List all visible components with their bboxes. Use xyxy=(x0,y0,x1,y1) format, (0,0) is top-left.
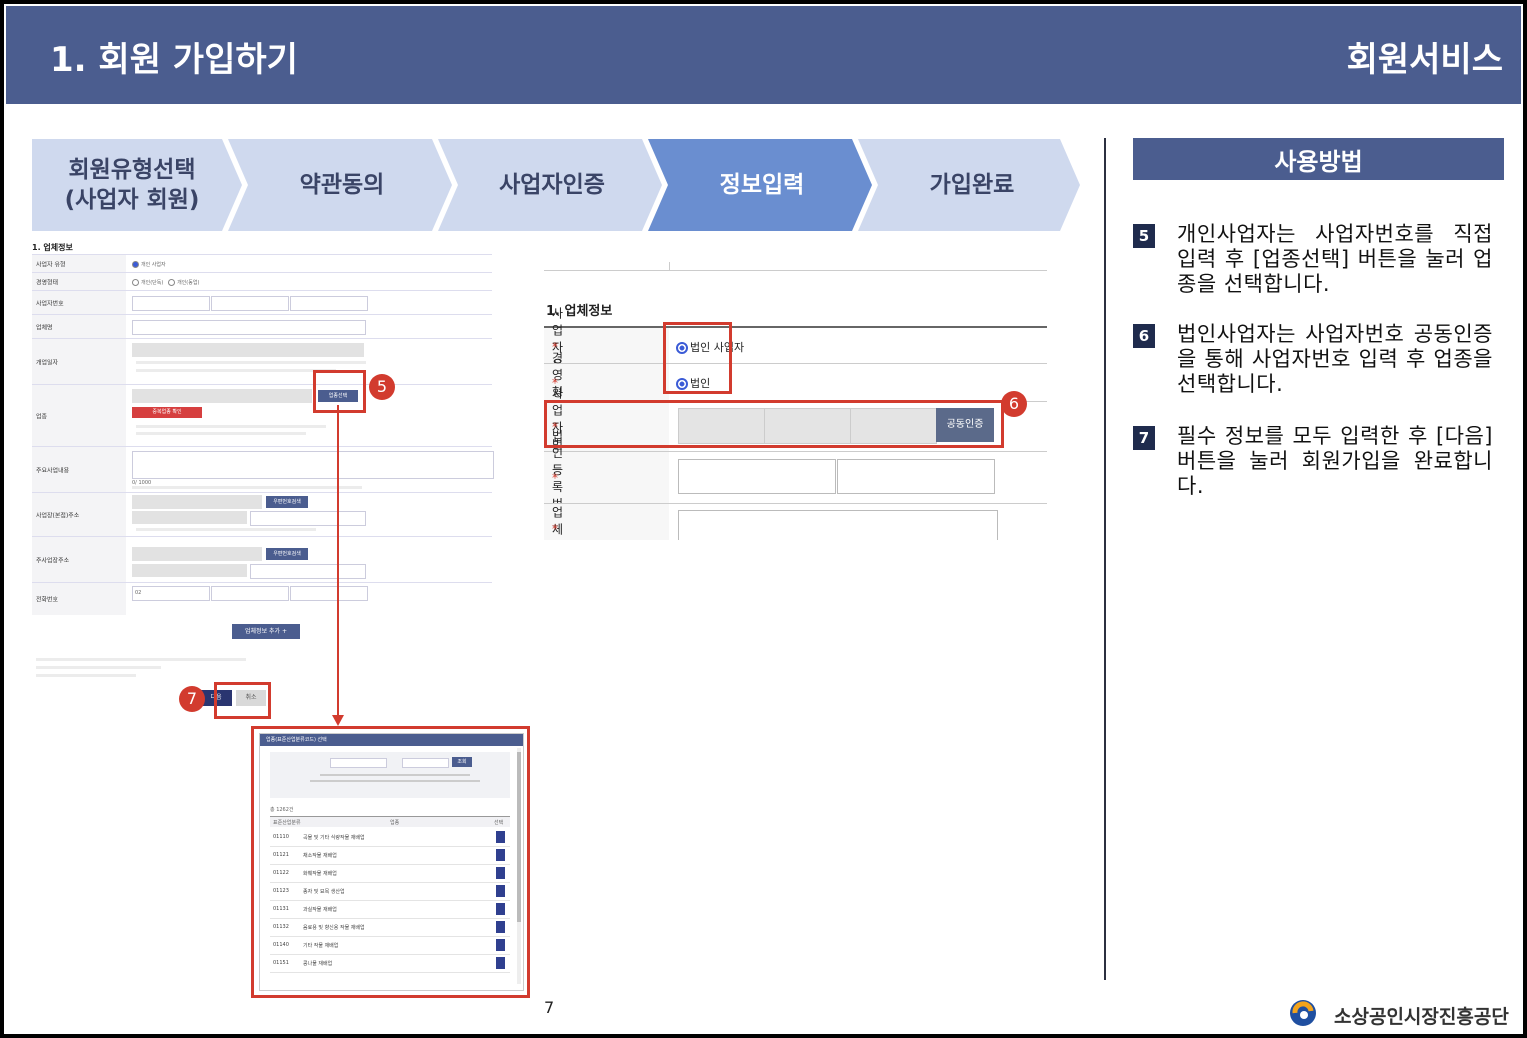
howto-number: 5 xyxy=(1133,224,1155,248)
select-button[interactable] xyxy=(496,831,505,843)
popup-row[interactable]: 01132 음료용 및 향신용 작물 재배업 xyxy=(270,918,510,937)
form-row: 전화번호 02 xyxy=(32,582,492,615)
form-row: 사업장(본점)주소 우편번호검색 xyxy=(32,492,492,537)
mgmt-option: 개인(동업) xyxy=(177,280,200,286)
zoom-row: 업체명* xyxy=(544,503,1047,540)
phone-prefix: 02 xyxy=(135,590,142,596)
logo-name: 소상공인시장진흥공단 xyxy=(1334,1006,1509,1028)
highlight-type-radio xyxy=(663,322,732,394)
step-member-type: 회원유형선택 (사업자 회원) xyxy=(32,139,232,231)
vertical-divider xyxy=(1104,138,1106,980)
form-section-title: 1. 업체정보 xyxy=(32,243,73,252)
step-progress: 회원유형선택 (사업자 회원) 약관동의 사업자인증 정보입력 가입완료 xyxy=(32,139,1082,231)
industry-popup: 업종(표준산업분류코드) 선택 조회 총 1262건 표준산업분류 업종 선택 … xyxy=(259,733,524,991)
howto-text: 개인사업자는 사업자번호를 직접 입력 후 [업종선택] 버튼을 눌러 업종을 … xyxy=(1177,222,1493,296)
type-option: 개인 사업자 xyxy=(141,262,166,268)
step-label: 약관동의 xyxy=(299,172,385,198)
col-name: 업종 xyxy=(390,820,400,826)
mgmt-option: 개인(단독) xyxy=(141,280,164,286)
popup-title: 업종(표준산업분류코드) 선택 xyxy=(260,734,523,746)
callout-6: 6 xyxy=(1001,391,1027,417)
logo-mark-icon xyxy=(1290,1000,1316,1026)
popup-row[interactable]: 01151 콩나물 재배업 xyxy=(270,954,510,973)
step-label: 가입완료 xyxy=(929,172,1015,198)
step-terms: 약관동의 xyxy=(242,139,442,231)
zoom-row: 사업자 유형* 법인 사업자 xyxy=(544,306,1047,388)
form-row: 경영형태 개인(단독) 개인(동업) xyxy=(32,272,492,291)
select-button[interactable] xyxy=(496,921,505,933)
form-row: 사업자 유형 개인 사업자 xyxy=(32,254,492,273)
select-button[interactable] xyxy=(496,903,505,915)
popup-scrollbar[interactable] xyxy=(517,748,521,984)
form-row: 주사업장주소 우편번호검색 xyxy=(32,536,492,583)
form-row: 주요사업내용 0/ 1000 xyxy=(32,446,494,493)
howto-number: 6 xyxy=(1133,324,1155,348)
highlight-next-button xyxy=(214,682,271,719)
row-label: 업종 xyxy=(36,413,48,421)
howto-title: 사용방법 xyxy=(1133,138,1504,180)
form-screenshot: 1. 업체정보 사업자 유형 개인 사업자 경영형태 개인(단독) 개인(동업)… xyxy=(32,240,494,690)
step-label: 사업자인증 xyxy=(499,172,605,198)
form-row: 사업자번호 xyxy=(32,290,492,315)
highlight-business-number xyxy=(544,400,1004,448)
row-label: 개업일자 xyxy=(36,359,59,367)
popup-search-button[interactable]: 조회 xyxy=(452,757,472,767)
row-label: 사업자번호 xyxy=(36,300,64,308)
arrow-connector xyxy=(332,405,344,726)
popup-count: 총 1262건 xyxy=(270,807,294,813)
howto-item-5: 5 개인사업자는 사업자번호를 직접 입력 후 [업종선택] 버튼을 눌러 업종… xyxy=(1133,222,1493,302)
row-label: 사업장(본점)주소 xyxy=(36,512,80,520)
popup-row[interactable]: 01123 종자 및 묘목 생산업 xyxy=(270,882,510,901)
select-button[interactable] xyxy=(496,957,505,969)
row-label: 주사업장주소 xyxy=(36,557,70,565)
section-title: 회원서비스 xyxy=(1346,40,1503,80)
row-label: 사업자 유형 xyxy=(36,261,66,269)
howto-item-7: 7 필수 정보를 모두 입력한 후 [다음] 버튼을 눌러 회원가입을 완료합니… xyxy=(1133,424,1493,504)
row-label: 업체명 xyxy=(36,324,53,332)
callout-7: 7 xyxy=(179,686,205,712)
page: 1. 회원 가입하기 회원서비스 회원유형선택 (사업자 회원) 약관동의 사업자… xyxy=(4,4,1523,1034)
popup-row[interactable]: 01121 채소작물 재배업 xyxy=(270,846,510,865)
step-info-input: 정보입력 xyxy=(662,139,862,231)
step-label-line1: 회원유형선택 xyxy=(68,157,196,183)
howto-number: 7 xyxy=(1133,426,1155,450)
step-label: 정보입력 xyxy=(719,172,805,198)
step-label-line2: (사업자 회원) xyxy=(64,187,200,213)
footer-logo: 소상공인시장진흥공단 xyxy=(1284,996,1509,1030)
form-row: 업체명 xyxy=(32,314,492,339)
select-button[interactable] xyxy=(496,867,505,879)
col-code: 표준산업분류 xyxy=(273,820,301,826)
howto-item-6: 6 법인사업자는 사업자번호 공동인증을 통해 사업자번호 입력 후 업종을 선… xyxy=(1133,322,1493,402)
popup-row[interactable]: 01122 화훼작물 재배업 xyxy=(270,864,510,883)
popup-row[interactable]: 01140 기타 작물 재배업 xyxy=(270,936,510,955)
select-button[interactable] xyxy=(496,885,505,897)
popup-row[interactable]: 01110 곡물 및 기타 식량작물 재배업 xyxy=(270,828,510,847)
page-number: 7 xyxy=(544,998,555,1017)
zoom-row: 법인등록번호* xyxy=(544,429,1047,528)
form-row: 업종 업종선택 중복업종 확인 xyxy=(32,384,492,447)
popup-row[interactable]: 01131 과실작물 재배업 xyxy=(270,900,510,919)
step-business-cert: 사업자인증 xyxy=(452,139,652,231)
row-label: 경영형태 xyxy=(36,279,59,287)
zoom-row: 경영형태* 법인 xyxy=(544,351,1047,416)
select-button[interactable] xyxy=(496,939,505,951)
step-complete: 가입완료 xyxy=(872,139,1072,231)
page-title: 1. 회원 가입하기 xyxy=(50,40,298,80)
howto-text: 필수 정보를 모두 입력한 후 [다음] 버튼을 눌러 회원가입을 완료합니다. xyxy=(1177,424,1493,498)
header-bar: 1. 회원 가입하기 회원서비스 xyxy=(6,6,1521,104)
duplicate-industry-button[interactable]: 중복업종 확인 xyxy=(132,407,202,418)
form-row: 개업일자 xyxy=(32,338,492,385)
zip-search-button[interactable]: 우편번호검색 xyxy=(266,496,308,508)
arrow-head xyxy=(332,715,344,726)
add-company-button[interactable]: 업체정보 추가 + xyxy=(232,624,300,639)
zip-search-button[interactable]: 우편번호검색 xyxy=(266,548,308,560)
row-label: 전화번호 xyxy=(36,596,59,604)
callout-5: 5 xyxy=(369,374,395,400)
select-button[interactable] xyxy=(496,849,505,861)
col-select: 선택 xyxy=(494,820,504,826)
row-label: 주요사업내용 xyxy=(36,467,70,475)
popup-table-header: 표준산업분류 업종 선택 xyxy=(270,816,510,827)
popup-search-area: 조회 xyxy=(270,752,510,798)
howto-text: 법인사업자는 사업자번호 공동인증을 통해 사업자번호 입력 후 업종을 선택합… xyxy=(1177,322,1493,396)
